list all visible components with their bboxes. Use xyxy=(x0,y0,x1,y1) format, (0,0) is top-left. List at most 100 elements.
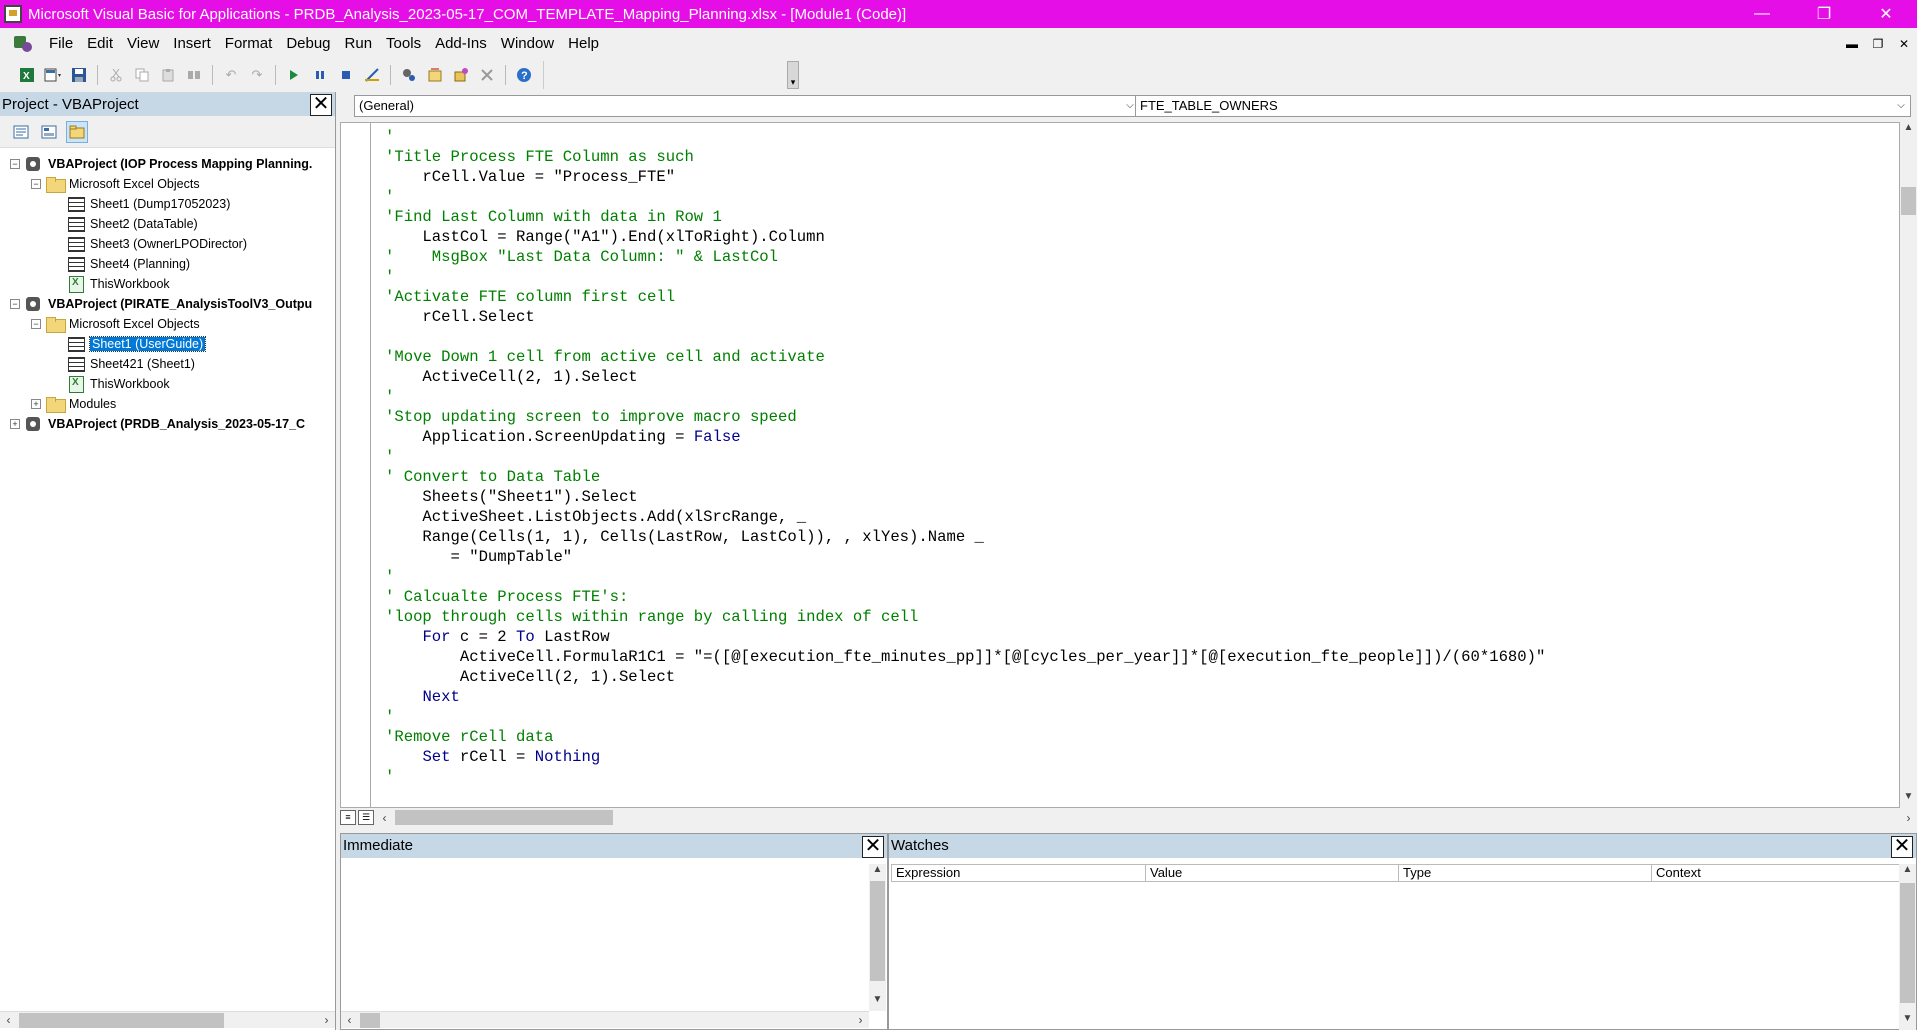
watches-vscrollbar[interactable]: ▲ ▼ xyxy=(1899,864,1916,1030)
cut-icon[interactable] xyxy=(103,63,129,87)
code-line[interactable]: 'Find Last Column with data in Row 1 xyxy=(385,207,1545,227)
expand-icon[interactable]: + xyxy=(31,399,41,409)
paste-icon[interactable] xyxy=(155,63,181,87)
scroll-thumb[interactable] xyxy=(19,1012,224,1028)
reset-icon[interactable] xyxy=(333,63,359,87)
toggle-folders-icon[interactable] xyxy=(66,120,88,143)
menu-format[interactable]: Format xyxy=(218,29,280,59)
tree-node[interactable]: Sheet421 (Sheet1) xyxy=(0,354,335,374)
run-icon[interactable] xyxy=(281,63,307,87)
scroll-down-icon[interactable]: ▼ xyxy=(1904,791,1914,808)
collapse-icon[interactable]: − xyxy=(31,179,41,189)
column-type[interactable]: Type xyxy=(1399,864,1652,882)
menu-add-ins[interactable]: Add-Ins xyxy=(428,29,494,59)
code-line[interactable]: 'Move Down 1 cell from active cell and a… xyxy=(385,347,1545,367)
code-line[interactable]: = "DumpTable" xyxy=(385,547,1545,567)
close-watches-icon[interactable]: ✕ xyxy=(1891,836,1913,858)
scroll-left-icon[interactable]: ‹ xyxy=(341,1013,358,1027)
code-line[interactable]: ActiveCell.FormulaR1C1 = "=([@[execution… xyxy=(385,647,1546,667)
mdi-close-button[interactable]: ✕ xyxy=(1891,37,1917,51)
restore-button[interactable]: ❐ xyxy=(1793,0,1855,28)
code-line[interactable] xyxy=(385,327,1545,347)
view-excel-icon[interactable]: X xyxy=(14,63,40,87)
menu-insert[interactable]: Insert xyxy=(166,29,218,59)
insert-module-icon[interactable] xyxy=(40,63,66,87)
design-mode-icon[interactable] xyxy=(359,63,385,87)
code-line[interactable]: ActiveCell(2, 1).Select xyxy=(385,667,1545,687)
scroll-up-icon[interactable]: ▲ xyxy=(1903,864,1913,881)
code-line[interactable]: ' xyxy=(385,767,1545,787)
code-line[interactable]: 'Stop updating screen to improve macro s… xyxy=(385,407,1545,427)
undo-icon[interactable]: ↶ xyxy=(218,63,244,87)
scroll-thumb[interactable] xyxy=(870,881,885,981)
code-line[interactable]: ' Convert to Data Table xyxy=(385,467,1545,487)
scroll-thumb[interactable] xyxy=(395,810,613,825)
code-line[interactable]: 'Remove rCell data xyxy=(385,727,1545,747)
tree-node[interactable]: ThisWorkbook xyxy=(0,274,335,294)
break-icon[interactable] xyxy=(307,63,333,87)
code-line[interactable]: 'Title Process FTE Column as such xyxy=(385,147,1545,167)
tree-node[interactable]: Sheet4 (Planning) xyxy=(0,254,335,274)
object-browser-icon[interactable] xyxy=(448,63,474,87)
menu-debug[interactable]: Debug xyxy=(279,29,337,59)
menu-view[interactable]: View xyxy=(120,29,166,59)
project-tree[interactable]: − VBAProject (IOP Process Mapping Plannin… xyxy=(0,148,335,434)
copy-icon[interactable] xyxy=(129,63,155,87)
code-line[interactable]: For c = 2 To LastRow xyxy=(385,627,1545,647)
menu-run[interactable]: Run xyxy=(338,29,380,59)
tree-node[interactable]: Sheet3 (OwnerLPODirector) xyxy=(0,234,335,254)
scroll-left-icon[interactable]: ‹ xyxy=(376,811,393,825)
scroll-right-icon[interactable]: › xyxy=(318,1013,335,1027)
column-expression[interactable]: Expression xyxy=(891,864,1146,882)
collapse-icon[interactable]: − xyxy=(10,159,20,169)
expand-icon[interactable]: + xyxy=(10,419,20,429)
tree-node[interactable]: Sheet1 (Dump17052023) xyxy=(0,194,335,214)
toolbox-icon[interactable] xyxy=(474,63,500,87)
code-lines[interactable]: ' 'Title Process FTE Column as such rCell… xyxy=(385,127,1545,787)
code-line[interactable]: LastCol = Range("A1").End(xlToRight).Col… xyxy=(385,227,1545,247)
collapse-icon[interactable]: − xyxy=(31,319,41,329)
scroll-down-icon[interactable]: ▼ xyxy=(873,994,883,1011)
tree-node[interactable]: + Modules xyxy=(0,394,335,414)
scroll-right-icon[interactable]: › xyxy=(1900,811,1917,825)
code-vscrollbar[interactable]: ▲ ▼ xyxy=(1900,122,1917,808)
code-line[interactable]: ActiveSheet.ListObjects.Add(xlSrcRange, … xyxy=(385,507,1545,527)
procedure-combo[interactable]: FTE_TABLE_OWNERS ⌵ xyxy=(1135,95,1911,117)
code-line[interactable]: ' MsgBox "Last Data Column: " & LastCol xyxy=(385,247,1545,267)
code-line[interactable]: ActiveCell(2, 1).Select xyxy=(385,367,1545,387)
code-line[interactable]: Range(Cells(1, 1), Cells(LastRow, LastCo… xyxy=(385,527,1545,547)
scroll-thumb[interactable] xyxy=(360,1012,380,1028)
menu-window[interactable]: Window xyxy=(494,29,561,59)
project-hscrollbar[interactable]: ‹ › xyxy=(0,1011,335,1028)
column-value[interactable]: Value xyxy=(1146,864,1399,882)
save-icon[interactable] xyxy=(66,63,92,87)
code-line[interactable]: ' xyxy=(385,567,1545,587)
vba-menu-icon[interactable] xyxy=(12,33,36,55)
code-line[interactable]: ' xyxy=(385,387,1545,407)
mdi-restore-button[interactable]: ❐ xyxy=(1865,37,1891,51)
object-combo[interactable]: (General) ⌵ xyxy=(354,95,1140,117)
scroll-left-icon[interactable]: ‹ xyxy=(0,1013,17,1027)
code-hscrollbar[interactable]: ‹ › xyxy=(376,809,1917,826)
menu-file[interactable]: File xyxy=(42,29,80,59)
tree-node[interactable]: Sheet1 (UserGuide) xyxy=(0,334,335,354)
code-line[interactable]: Set rCell = Nothing xyxy=(385,747,1545,767)
code-line[interactable]: ' xyxy=(385,187,1545,207)
code-editor[interactable]: ' 'Title Process FTE Column as such rCell… xyxy=(340,122,1900,808)
view-code-icon[interactable] xyxy=(10,121,32,143)
code-line[interactable]: Sheets("Sheet1").Select xyxy=(385,487,1545,507)
scroll-thumb[interactable] xyxy=(1900,883,1915,1003)
tree-node[interactable]: − Microsoft Excel Objects xyxy=(0,174,335,194)
immediate-input[interactable] xyxy=(341,864,869,1011)
close-button[interactable]: ✕ xyxy=(1855,0,1917,28)
minimize-button[interactable]: — xyxy=(1731,0,1793,28)
code-line[interactable]: 'Activate FTE column first cell xyxy=(385,287,1545,307)
code-line[interactable]: ' xyxy=(385,447,1545,467)
code-line[interactable]: Application.ScreenUpdating = False xyxy=(385,427,1545,447)
full-module-view-icon[interactable]: ☰ xyxy=(358,810,374,825)
immediate-hscrollbar[interactable]: ‹ › xyxy=(341,1011,869,1028)
scroll-thumb[interactable] xyxy=(1901,187,1916,215)
scroll-up-icon[interactable]: ▲ xyxy=(873,864,883,881)
procedure-view-icon[interactable]: ≡ xyxy=(340,810,356,825)
close-immediate-icon[interactable]: ✕ xyxy=(862,836,884,858)
